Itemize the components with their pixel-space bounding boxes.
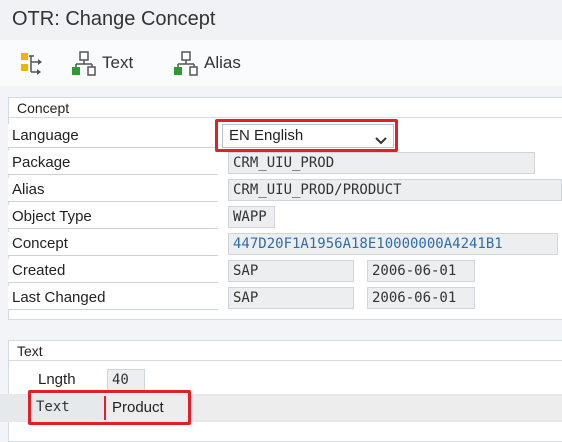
application-toolbar: Text Alias	[0, 40, 562, 86]
changed-by-field[interactable]: SAP	[228, 287, 354, 309]
created-label: Created	[8, 259, 218, 283]
alias-field[interactable]: CRM_UIU_PROD/PRODUCT	[228, 179, 562, 201]
tree-structure-icon	[18, 50, 44, 76]
tree-structure-button[interactable]	[18, 48, 44, 78]
text-highlight-box	[28, 390, 191, 425]
object-type-label: Object Type	[8, 205, 218, 229]
hierarchy-icon	[70, 50, 96, 76]
package-label: Package	[8, 151, 218, 175]
alias-label: Alias	[8, 178, 218, 202]
changed-date-field[interactable]: 2006-06-01	[367, 287, 475, 309]
language-label: Language	[8, 124, 218, 148]
window-title: OTR: Change Concept	[0, 0, 562, 40]
language-highlight-box	[215, 119, 398, 152]
text-button-label: Text	[102, 53, 134, 72]
last-changed-label: Last Changed	[8, 286, 218, 310]
created-by-field[interactable]: SAP	[228, 260, 354, 282]
length-label: Lngth	[38, 371, 76, 388]
object-type-field[interactable]: WAPP	[228, 206, 275, 228]
created-date-field[interactable]: 2006-06-01	[367, 260, 475, 282]
concept-section-title: Concept	[9, 98, 562, 118]
text-section-title: Text	[9, 341, 562, 361]
hierarchy-icon	[172, 50, 198, 76]
package-field[interactable]: CRM_UIU_PROD	[228, 152, 535, 174]
alias-button[interactable]: Alias	[172, 48, 241, 78]
length-field: 40	[107, 369, 145, 391]
concept-id-field[interactable]: 447D20F1A1956A18E10000000A4241B1	[228, 233, 558, 255]
concept-label: Concept	[8, 232, 218, 256]
alias-button-label: Alias	[204, 53, 241, 72]
text-button[interactable]: Text	[70, 48, 133, 78]
